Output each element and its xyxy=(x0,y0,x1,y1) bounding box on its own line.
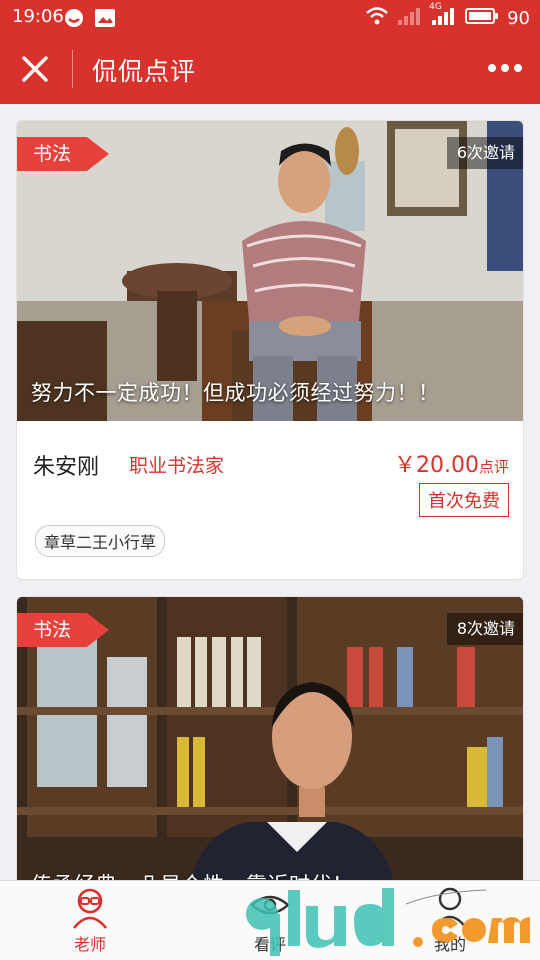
more-dot-icon xyxy=(488,64,496,72)
close-icon xyxy=(22,56,48,82)
teacher-icon xyxy=(70,885,110,933)
battery-icon xyxy=(465,7,499,30)
network-type: 4G xyxy=(429,2,442,12)
wifi-icon xyxy=(365,6,389,31)
nav-label-reviews: 看评 xyxy=(253,935,286,954)
invite-count: 6次邀请 xyxy=(446,137,523,169)
header-divider xyxy=(72,50,73,88)
teacher-photo[interactable]: 书法 6次邀请 努力不一定成功！但成功必须经过努力！！ xyxy=(17,121,523,421)
teacher-info: 朱安刚 职业书法家 ￥20.00点评 首次免费 章草二王小行草 xyxy=(17,421,523,579)
user-icon xyxy=(430,885,470,933)
bottom-nav: 老师 看评 我的 xyxy=(0,880,540,960)
more-dot-icon xyxy=(501,64,509,72)
status-right: 4G 90 xyxy=(365,2,530,31)
nav-label-mine: 我的 xyxy=(433,935,466,954)
image-notification-icon xyxy=(94,8,116,32)
teacher-photo[interactable]: 书法 8次邀请 传承经典，凸显个性，靠近时代！ xyxy=(17,597,523,880)
nav-item-reviews[interactable]: 看评 xyxy=(180,881,360,960)
teacher-motto: 努力不一定成功！但成功必须经过努力！！ xyxy=(31,381,440,405)
more-dot-icon xyxy=(514,64,522,72)
more-options-button[interactable] xyxy=(488,64,522,72)
teacher-name: 朱安刚 xyxy=(33,455,100,480)
eye-icon xyxy=(248,885,292,933)
battery-level: 90 xyxy=(507,8,530,29)
status-time: 19:06 xyxy=(12,6,64,27)
nav-item-teacher[interactable]: 老师 xyxy=(0,881,180,960)
status-bar: 19:06 4G 90 xyxy=(0,0,540,34)
nav-item-mine[interactable]: 我的 xyxy=(360,881,540,960)
app-header: 侃侃点评 xyxy=(0,34,540,104)
page-title: 侃侃点评 xyxy=(92,57,197,86)
close-button[interactable] xyxy=(18,54,54,86)
review-price: ￥20.00点评 xyxy=(394,447,509,479)
teacher-list[interactable]: 书法 6次邀请 努力不一定成功！但成功必须经过努力！！ 朱安刚 职业书法家 ￥2… xyxy=(0,104,540,880)
price-unit: 点评 xyxy=(478,458,509,476)
first-free-badge: 首次免费 xyxy=(419,483,509,517)
app-notification-icon xyxy=(64,8,84,32)
price-value: ￥20.00 xyxy=(394,453,479,478)
skill-tag: 章草二王小行草 xyxy=(35,525,166,557)
invite-count: 8次邀请 xyxy=(446,613,523,645)
teacher-card[interactable]: 书法 8次邀请 传承经典，凸显个性，靠近时代！ xyxy=(16,596,524,880)
signal-4g-icon: 4G xyxy=(429,2,457,31)
teacher-card[interactable]: 书法 6次邀请 努力不一定成功！但成功必须经过努力！！ 朱安刚 职业书法家 ￥2… xyxy=(16,120,524,580)
signal-weak-icon xyxy=(397,6,423,31)
teacher-motto: 传承经典，凸显个性，靠近时代！ xyxy=(31,869,354,880)
nav-label-teacher: 老师 xyxy=(73,935,106,954)
teacher-role: 职业书法家 xyxy=(129,455,225,477)
